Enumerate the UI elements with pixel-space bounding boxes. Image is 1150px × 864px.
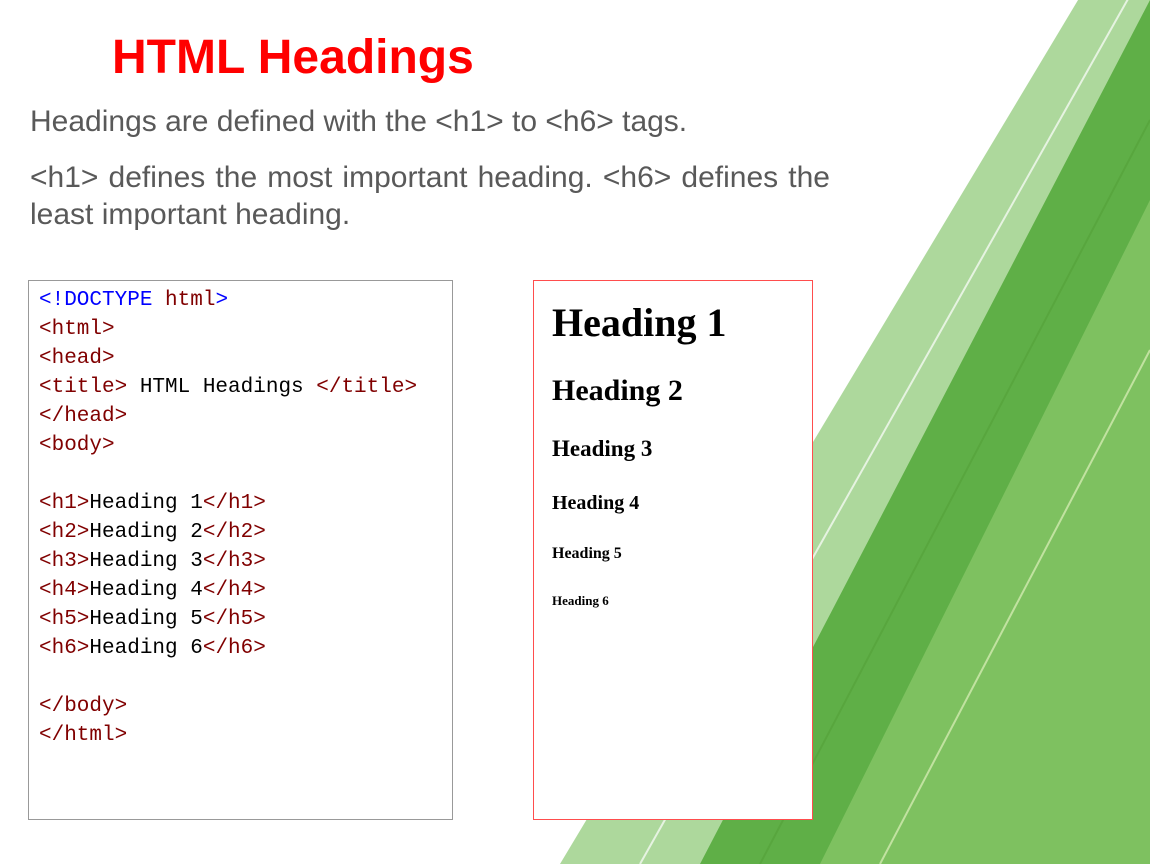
output-heading-6: Heading 6	[552, 593, 794, 609]
code-token: <title>	[39, 376, 127, 399]
code-token: <!DOCTYPE	[39, 289, 152, 312]
code-token: <head>	[39, 347, 115, 370]
code-token: </body>	[39, 695, 127, 718]
output-heading-1: Heading 1	[552, 299, 794, 346]
code-token: </h5>	[203, 608, 266, 631]
code-token: html	[152, 289, 215, 312]
code-token: </title>	[316, 376, 417, 399]
code-token: HTML Headings	[127, 376, 316, 399]
code-token: <h6>	[39, 637, 89, 660]
code-token: <body>	[39, 434, 115, 457]
code-token: </html>	[39, 724, 127, 747]
output-preview-box: Heading 1 Heading 2 Heading 3 Heading 4 …	[533, 280, 813, 820]
code-token: </h4>	[203, 579, 266, 602]
code-token: <h4>	[39, 579, 89, 602]
code-token: </h6>	[203, 637, 266, 660]
code-token: Heading 2	[89, 521, 202, 544]
code-token: <h5>	[39, 608, 89, 631]
code-token: Heading 3	[89, 550, 202, 573]
code-token: <h3>	[39, 550, 89, 573]
code-token: </h1>	[203, 492, 266, 515]
code-token: </h3>	[203, 550, 266, 573]
description-line-1: Headings are defined with the <h1> to <h…	[30, 103, 1120, 141]
slide-title: HTML Headings	[112, 30, 1120, 85]
code-token: <h2>	[39, 521, 89, 544]
code-token: <html>	[39, 318, 115, 341]
code-token: <h1>	[39, 492, 89, 515]
code-token: >	[215, 289, 228, 312]
description-line-2: <h1> defines the most important heading.…	[30, 159, 830, 234]
code-example-box: <!DOCTYPE html> <html> <head> <title> HT…	[28, 280, 453, 820]
code-token: </head>	[39, 405, 127, 428]
output-heading-2: Heading 2	[552, 374, 794, 408]
code-token: </h2>	[203, 521, 266, 544]
output-heading-5: Heading 5	[552, 545, 794, 563]
code-token: Heading 1	[89, 492, 202, 515]
code-token: Heading 5	[89, 608, 202, 631]
output-heading-3: Heading 3	[552, 436, 794, 462]
code-token: Heading 6	[89, 637, 202, 660]
code-token: Heading 4	[89, 579, 202, 602]
output-heading-4: Heading 4	[552, 492, 794, 515]
